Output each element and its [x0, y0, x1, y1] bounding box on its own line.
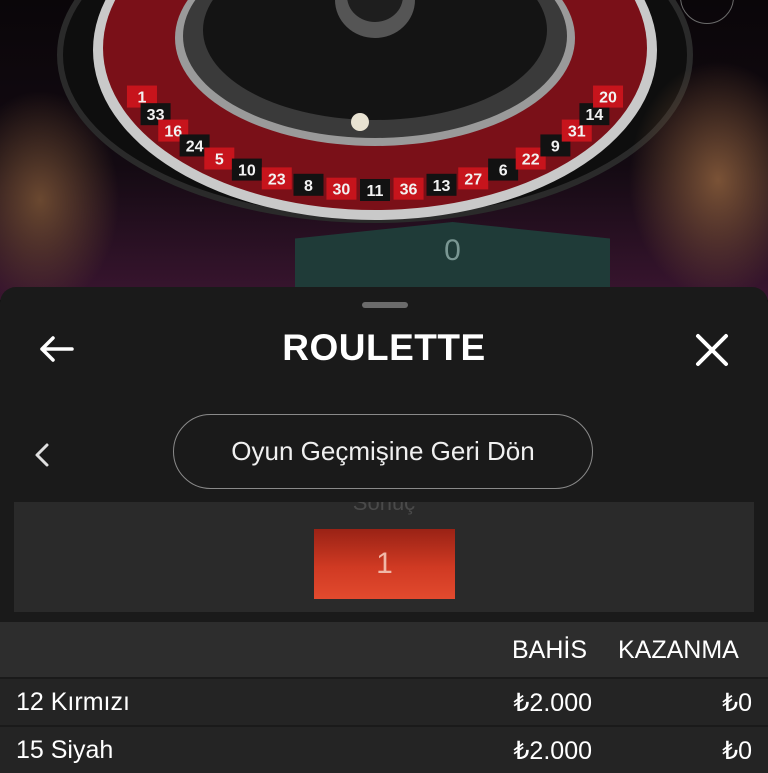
- drag-handle[interactable]: [362, 302, 408, 308]
- bet-amount: ₺2.000: [513, 689, 592, 717]
- back-to-history-button[interactable]: Oyun Geçmişine Geri Dön: [173, 414, 593, 489]
- history-nav: Oyun Geçmişine Geri Dön: [0, 412, 768, 492]
- bet-label: 15 Siyah: [16, 736, 114, 764]
- chevron-left-icon[interactable]: [34, 442, 50, 468]
- wheel-pocket-number: 13: [433, 178, 451, 195]
- table-row: 15 Siyah ₺2.000 ₺0: [0, 725, 768, 773]
- wheel-pocket-number: 14: [586, 107, 604, 124]
- wheel-pocket-number: 11: [367, 183, 384, 200]
- column-bet: BAHİS: [512, 636, 588, 664]
- back-to-history-label: Oyun Geçmişine Geri Dön: [231, 436, 535, 466]
- bet-label: 12 Kırmızı: [16, 688, 130, 716]
- wheel-pocket-number: 8: [304, 178, 313, 195]
- wheel-pocket-number: 36: [400, 182, 418, 199]
- result-label: Sonuç: [352, 502, 416, 515]
- wheel-pocket-number: 16: [164, 124, 182, 141]
- wheel-pocket-number: 20: [599, 90, 617, 107]
- table-header: BAHİS KAZANMA: [0, 622, 768, 677]
- win-amount: ₺0: [722, 737, 752, 765]
- wheel-pocket-number: 24: [186, 138, 204, 155]
- win-amount: ₺0: [722, 689, 752, 717]
- result-number: 1: [376, 547, 393, 580]
- wheel-pocket-number: 31: [568, 124, 586, 141]
- bet-amount: ₺2.000: [513, 737, 592, 765]
- game-history-sheet: ROULETTE Oyun Geçmişine Geri Dön Sonuç 1…: [0, 287, 768, 773]
- result-panel: Sonuç 1: [14, 502, 754, 612]
- table-row: 12 Kırmızı ₺2.000 ₺0: [0, 677, 768, 725]
- wheel-pocket-number: 10: [238, 163, 256, 180]
- wheel-pocket-number: 6: [499, 163, 508, 180]
- wheel-pocket-number: 23: [268, 171, 286, 188]
- wheel-pocket-number: 30: [333, 182, 351, 199]
- column-win: KAZANMA: [618, 636, 739, 664]
- wheel-pocket-number: 22: [522, 152, 540, 169]
- wheel-pocket-number: 27: [464, 171, 482, 188]
- result-number-badge: 1: [314, 529, 455, 599]
- roulette-ball: [351, 113, 369, 131]
- wheel-pocket-number: 9: [551, 138, 560, 155]
- wheel-pocket-number: 5: [215, 152, 224, 169]
- page-title: ROULETTE: [282, 327, 486, 368]
- close-icon[interactable]: [694, 332, 730, 368]
- roulette-wheel-video: 1 33 16 24 5 10 23 8 30 11 36 13 27 6 22 9 31 14 20 0: [0, 0, 768, 300]
- bets-table: BAHİS KAZANMA 12 Kırmızı ₺2.000 ₺0 15 Si…: [0, 622, 768, 773]
